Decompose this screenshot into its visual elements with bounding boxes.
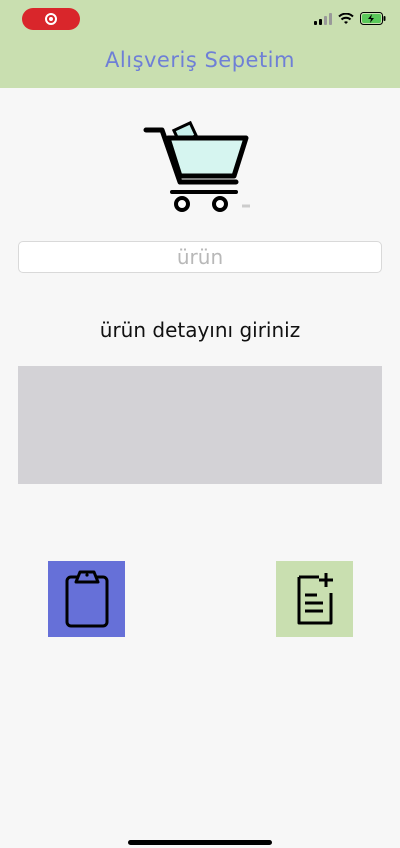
app-title: Alışveriş Sepetim [105, 48, 295, 72]
product-detail-field[interactable] [18, 366, 382, 484]
record-icon [45, 13, 57, 25]
shopping-cart-icon [143, 120, 250, 212]
wifi-icon [338, 12, 354, 24]
status-icons [314, 12, 386, 25]
product-input[interactable] [18, 241, 382, 273]
clipboard-icon [65, 570, 108, 628]
shopping-cart-logo [140, 120, 260, 220]
recording-indicator[interactable] [22, 8, 80, 30]
home-indicator[interactable] [128, 840, 272, 845]
battery-charging-icon [360, 12, 386, 25]
signal-icon [314, 12, 332, 25]
status-bar [0, 0, 400, 44]
header-bar: Alışveriş Sepetim [0, 0, 400, 88]
detail-label: ürün detayını giriniz [99, 318, 301, 342]
view-list-button[interactable] [48, 561, 125, 637]
add-document-icon [297, 573, 333, 625]
add-item-button[interactable] [276, 561, 353, 637]
